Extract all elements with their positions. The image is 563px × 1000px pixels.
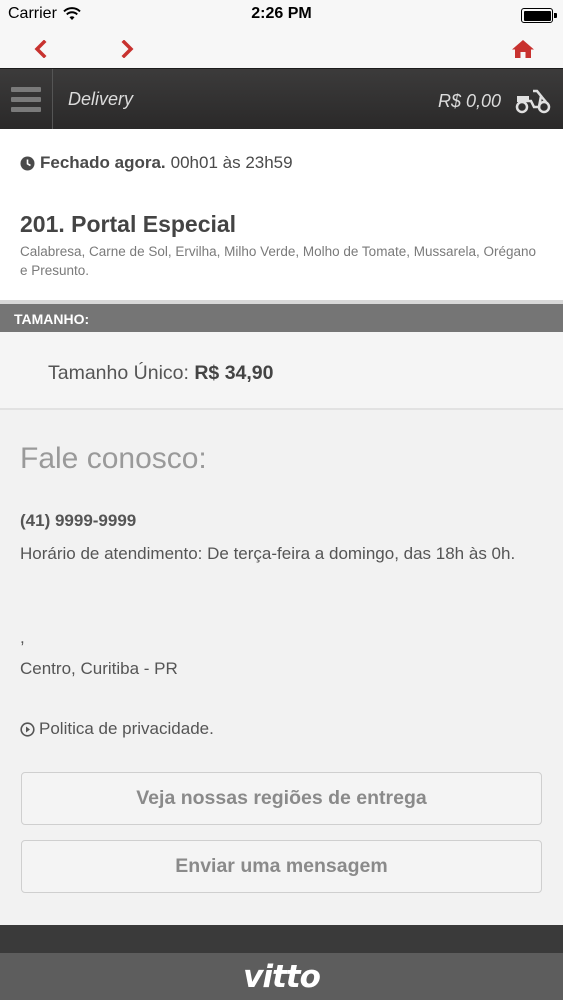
menu-button[interactable] bbox=[0, 69, 53, 129]
hamburger-line bbox=[11, 96, 41, 102]
forward-button[interactable] bbox=[114, 35, 142, 63]
scooter-icon[interactable] bbox=[515, 86, 551, 114]
contact-phone[interactable]: (41) 9999-9999 bbox=[20, 511, 136, 531]
contact-heading: Fale conosco: bbox=[20, 442, 207, 475]
send-message-button[interactable]: Enviar uma mensagem bbox=[21, 840, 542, 893]
privacy-policy-link[interactable]: Politica de privacidade. bbox=[20, 719, 214, 739]
status-bar: Carrier 2:26 PM bbox=[0, 0, 563, 30]
attendance-hours: Horário de atendimento: De terça-feira a… bbox=[20, 544, 516, 563]
hamburger-menu-icon bbox=[11, 86, 41, 92]
hamburger-line bbox=[11, 106, 41, 112]
status-time: 2:26 PM bbox=[251, 5, 312, 22]
navigation-row bbox=[0, 30, 563, 68]
circle-play-icon bbox=[20, 721, 35, 737]
size-option[interactable]: Tamanho Único: R$ 34,90 bbox=[0, 332, 563, 410]
store-status: Fechado agora. bbox=[40, 153, 166, 172]
product-card: Fechado agora. 00h01 às 23h59 201. Porta… bbox=[0, 129, 563, 301]
product-title: 201. Portal Especial bbox=[20, 211, 237, 237]
app-header: Delivery R$ 0,00 bbox=[0, 68, 563, 129]
delivery-regions-button[interactable]: Veja nossas regiões de entrega bbox=[21, 772, 542, 825]
privacy-policy-label: Politica de privacidade. bbox=[39, 719, 214, 738]
home-icon bbox=[512, 40, 534, 58]
size-option-text: Tamanho Único: R$ 34,90 bbox=[48, 362, 274, 385]
battery-icon bbox=[521, 8, 557, 23]
store-hours-range: 00h01 às 23h59 bbox=[170, 153, 293, 172]
header-title: Delivery bbox=[68, 89, 134, 109]
chevron-left-icon bbox=[34, 40, 47, 58]
address-city: Centro, Curitiba - PR bbox=[20, 659, 178, 678]
vitto-logo[interactable]: vitto bbox=[243, 959, 321, 995]
chevron-right-icon bbox=[121, 40, 134, 58]
back-button[interactable] bbox=[26, 35, 54, 63]
address-street: , bbox=[20, 628, 25, 647]
clock-icon bbox=[20, 156, 35, 170]
size-option-price: R$ 34,90 bbox=[194, 362, 274, 384]
size-section-header: TAMANHO: bbox=[0, 304, 563, 332]
footer-bar bbox=[0, 925, 563, 953]
home-button[interactable] bbox=[509, 35, 537, 63]
store-hours: Fechado agora. 00h01 às 23h59 bbox=[20, 153, 293, 173]
product-description: Calabresa, Carne de Sol, Ervilha, Milho … bbox=[20, 244, 537, 278]
footer: vitto bbox=[0, 953, 563, 1000]
size-option-label: Tamanho Único: bbox=[48, 362, 189, 384]
cart-total[interactable]: R$ 0,00 bbox=[438, 91, 501, 112]
